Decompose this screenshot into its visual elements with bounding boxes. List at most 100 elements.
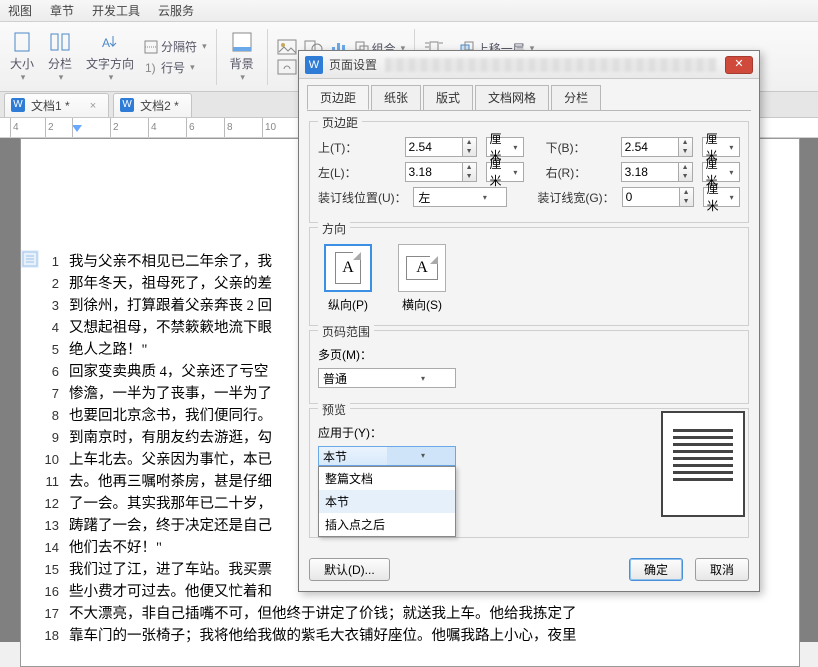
margin-top-input[interactable]: 2.54▲▼ <box>405 137 477 157</box>
line-text[interactable]: 我与父亲不相见已二年余了，我 <box>69 250 272 271</box>
margin-right-unit[interactable]: 厘米▾ <box>702 162 740 182</box>
orientation-landscape-button[interactable] <box>398 244 446 292</box>
tab-margins[interactable]: 页边距 <box>307 85 369 110</box>
image-icon[interactable] <box>277 39 297 55</box>
line-number: 11 <box>41 474 69 489</box>
line-text[interactable]: 上车北去。父亲因为事忙，本已 <box>69 448 272 469</box>
margin-left-input[interactable]: 3.18▲▼ <box>405 162 477 182</box>
dialog-title-extra <box>385 58 717 72</box>
document-tab-1-label: 文档1 * <box>31 97 70 114</box>
line-text[interactable]: 绝人之路！" <box>69 338 147 359</box>
line-number: 2 <box>41 276 69 291</box>
ok-button[interactable]: 确定 <box>629 558 683 581</box>
ribbon-columns[interactable]: 分栏▾ <box>44 26 76 88</box>
line-number: 17 <box>41 606 69 621</box>
spinner-icon[interactable]: ▲▼ <box>680 187 694 207</box>
orientation-portrait-button[interactable] <box>324 244 372 292</box>
tab-grid[interactable]: 文档网格 <box>475 85 549 110</box>
line-number: 3 <box>41 298 69 313</box>
cancel-button[interactable]: 取消 <box>695 558 749 581</box>
dialog-title: 页面设置 <box>329 56 377 73</box>
ruler-tick <box>72 118 75 138</box>
apply-to-select[interactable]: 本节▾ <box>318 446 456 466</box>
margin-top-unit[interactable]: 厘米▾ <box>486 137 524 157</box>
line-number: 4 <box>41 320 69 335</box>
ruler-tick: 4 <box>10 118 19 138</box>
ribbon-columns-label: 分栏 <box>48 55 72 72</box>
ribbon-line-number[interactable]: 1)行号▾ <box>144 59 207 76</box>
document-line[interactable]: 17不大漂亮，非自己插嘴不可，但他终于讲定了价钱；就送我上车。他给我拣定了 <box>41 602 799 623</box>
menu-chapter[interactable]: 章节 <box>50 2 74 19</box>
ribbon-text-direction[interactable]: A 文字方向▾ <box>82 26 138 88</box>
spinner-icon[interactable]: ▲▼ <box>463 137 477 157</box>
spinner-icon[interactable]: ▲▼ <box>679 137 693 157</box>
line-number: 15 <box>41 562 69 577</box>
line-text[interactable]: 回家变卖典质 4，父亲还了亏空 <box>69 360 268 381</box>
section-break-icon <box>144 40 158 54</box>
spinner-icon[interactable]: ▲▼ <box>463 162 477 182</box>
line-number: 10 <box>41 452 69 467</box>
line-text[interactable]: 惨澹，一半为了丧事，一半为了 <box>69 382 272 403</box>
multi-page-select[interactable]: 普通▾ <box>318 368 456 388</box>
margin-right-input[interactable]: 3.18▲▼ <box>621 162 693 182</box>
gutter-width-label: 装订线宽(G)： <box>537 189 615 206</box>
spinner-icon[interactable]: ▲▼ <box>679 162 693 182</box>
wps-logo-icon: W <box>305 56 323 74</box>
gutter-width-unit[interactable]: 厘米▾ <box>703 187 740 207</box>
apply-option-this-section[interactable]: 本节 <box>319 490 455 513</box>
gutter-pos-select[interactable]: 左▾ <box>413 187 506 207</box>
menu-devtools[interactable]: 开发工具 <box>92 2 140 19</box>
line-number: 7 <box>41 386 69 401</box>
document-tab-2[interactable]: W 文档2 * <box>113 93 192 117</box>
ribbon-section-break[interactable]: 分隔符▾ <box>144 38 207 55</box>
margin-bottom-unit[interactable]: 厘米▾ <box>702 137 740 157</box>
page-size-icon <box>11 31 33 53</box>
apply-option-whole-doc[interactable]: 整篇文档 <box>319 467 455 490</box>
apply-option-after-point[interactable]: 插入点之后 <box>319 513 455 536</box>
line-text[interactable]: 了一会。其实我那年已二十岁， <box>69 492 272 513</box>
close-icon[interactable]: × <box>90 100 96 112</box>
tab-paper[interactable]: 纸张 <box>371 85 421 110</box>
line-text[interactable]: 踌躇了一会，终于决定还是自己 <box>69 514 272 535</box>
clipart-icon[interactable] <box>277 59 297 75</box>
tab-columns[interactable]: 分栏 <box>551 85 601 110</box>
dialog-titlebar[interactable]: W 页面设置 ✕ <box>299 51 759 79</box>
background-icon <box>231 31 253 53</box>
text-direction-icon: A <box>99 31 121 53</box>
dialog-close-button[interactable]: ✕ <box>725 56 753 74</box>
margin-bottom-input[interactable]: 2.54▲▼ <box>621 137 693 157</box>
ruler-tick: 6 <box>186 118 195 138</box>
line-text[interactable]: 又想起祖母，不禁簌簌地流下眼 <box>69 316 272 337</box>
margin-left-label: 左(L)： <box>318 164 399 181</box>
ribbon-size[interactable]: 大小▾ <box>6 26 38 88</box>
line-text[interactable]: 些小费才可过去。他便又忙着和 <box>69 580 272 601</box>
ruler-tick: 2 <box>110 118 119 138</box>
margin-right-label: 右(R)： <box>546 164 615 181</box>
gutter-width-input[interactable]: 0▲▼ <box>622 187 694 207</box>
line-text[interactable]: 他们去不好！" <box>69 536 162 557</box>
document-tab-1[interactable]: W 文档1 * × <box>4 93 109 117</box>
line-text[interactable]: 也要回北京念书，我们便同行。 <box>69 404 272 425</box>
tab-layout[interactable]: 版式 <box>423 85 473 110</box>
line-text[interactable]: 到徐州，打算跟着父亲奔丧 2 回 <box>69 294 272 315</box>
line-number: 16 <box>41 584 69 599</box>
default-button[interactable]: 默认(D)... <box>309 558 390 581</box>
dialog-tabs: 页边距 纸张 版式 文档网格 分栏 <box>307 85 751 111</box>
svg-text:A: A <box>102 36 110 50</box>
ribbon-background[interactable]: 背景▾ <box>226 26 258 88</box>
menu-view[interactable]: 视图 <box>8 2 32 19</box>
line-text[interactable]: 不大漂亮，非自己插嘴不可，但他终于讲定了价钱；就送我上车。他给我拣定了 <box>69 602 577 623</box>
wps-icon: W <box>11 98 25 112</box>
page-preview-icon <box>661 411 745 517</box>
line-text[interactable]: 我们过了江，进了车站。我买票 <box>69 558 272 579</box>
wps-icon: W <box>120 98 134 112</box>
columns-icon <box>49 31 71 53</box>
line-text[interactable]: 那年冬天，祖母死了，父亲的差 <box>69 272 272 293</box>
margin-left-unit[interactable]: 厘米▾ <box>486 162 524 182</box>
line-text[interactable]: 去。他再三嘱咐茶房，甚是仔细 <box>69 470 272 491</box>
line-number: 13 <box>41 518 69 533</box>
menu-cloud[interactable]: 云服务 <box>158 2 194 19</box>
line-text[interactable]: 到南京时，有朋友约去游逛，勾 <box>69 426 272 447</box>
line-number: 5 <box>41 342 69 357</box>
page-setup-dialog: W 页面设置 ✕ 页边距 纸张 版式 文档网格 分栏 页边距 上(T)： 2.5… <box>298 50 760 592</box>
